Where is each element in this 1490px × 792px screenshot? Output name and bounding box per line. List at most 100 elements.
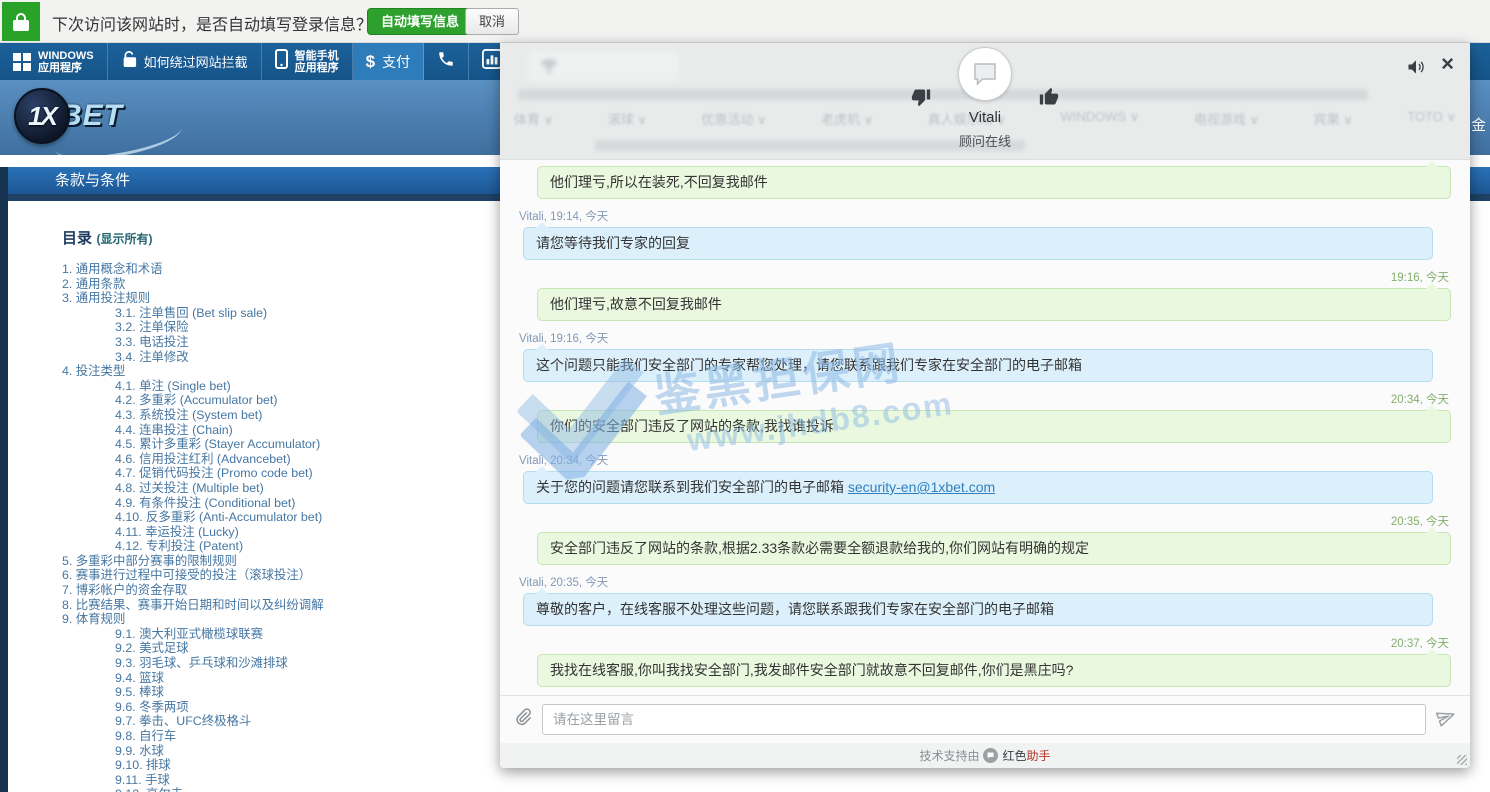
attachment-icon[interactable]: [514, 707, 532, 732]
toc-link[interactable]: 4.10. 反多重彩 (Anti-Accumulator bet): [115, 510, 322, 524]
chat-input-row: [500, 695, 1470, 743]
dimmed-trophy-box: [528, 51, 678, 81]
toc-link[interactable]: 4.2. 多重彩 (Accumulator bet): [115, 393, 278, 407]
nav-label: WINDOWS: [38, 50, 94, 62]
nav-label: 应用程序: [295, 62, 339, 74]
nav-phone[interactable]: [424, 43, 469, 80]
toc-link[interactable]: 6. 赛事进行过程中可接受的投注（滚球投注）: [62, 568, 311, 582]
resize-handle[interactable]: [1457, 755, 1467, 765]
toc-item: 9.9. 水球: [62, 744, 324, 759]
toc-item: 9.8. 自行车: [62, 729, 324, 744]
operator-status: 顾问在线: [500, 131, 1470, 150]
nav-mobile-apps[interactable]: 智能手机应用程序: [262, 43, 353, 80]
toc-link[interactable]: 7. 博彩帐户的资金存取: [62, 583, 187, 597]
toc-link[interactable]: 9.11. 手球: [115, 773, 170, 787]
toc-show-all-link[interactable]: (显示所有): [96, 232, 152, 246]
toc-link[interactable]: 3.1. 注单售回 (Bet slip sale): [115, 306, 267, 320]
toc-item: 9.2. 美式足球: [62, 641, 324, 656]
toc-link[interactable]: 9. 体育规则: [62, 612, 125, 626]
chat-header: 体育 ∨滚球 ∨优惠活动 ∨老虎机 ∨真人娱乐场 ∨WINDOWS ∨电视游戏 …: [500, 43, 1470, 160]
user-message-timestamp: 19:16, 今天: [518, 269, 1449, 285]
send-icon[interactable]: [1436, 707, 1456, 732]
toc-link[interactable]: 4.1. 单注 (Single bet): [115, 379, 231, 393]
agent-message-bubble: 这个问题只能我们安全部门的专家帮您处理，请您联系跟我们专家在安全部门的电子邮箱: [523, 349, 1433, 382]
lock-icon: [2, 2, 40, 41]
nav-payments[interactable]: $ 支付: [353, 43, 424, 80]
smartphone-icon: [275, 49, 288, 74]
toc-link[interactable]: 9.9. 水球: [115, 744, 164, 758]
browser-infobar: 下次访问该网站时，是否自动填写登录信息？ 自动填写信息 取消: [0, 0, 1490, 43]
thumbs-up-icon[interactable]: [1039, 87, 1059, 107]
toc-item: 9. 体育规则: [62, 612, 324, 627]
toc-link[interactable]: 3.3. 电话投注: [115, 335, 189, 349]
toc-link[interactable]: 5. 多重彩中部分赛事的限制规则: [62, 554, 237, 568]
nav-bypass-block[interactable]: 如何绕过网站拦截: [108, 43, 262, 80]
user-message-timestamp: 20:35, 今天: [518, 513, 1449, 529]
dollar-icon: $: [366, 52, 375, 72]
redhelper-link[interactable]: 红色助手: [1002, 747, 1050, 764]
toc-link[interactable]: 9.12. 高尔夫: [115, 787, 183, 792]
toc-link[interactable]: 4.7. 促销代码投注 (Promo code bet): [115, 466, 313, 480]
autofill-button[interactable]: 自动填写信息: [367, 8, 473, 35]
toc-link[interactable]: 4. 投注类型: [62, 364, 125, 378]
toc-link[interactable]: 4.6. 信用投注红利 (Advancebet): [115, 452, 291, 466]
user-message-bubble: 我找在线客服,你叫我找安全部门,我发邮件安全部门就故意不回复邮件,你们是黑庄吗?: [537, 654, 1451, 687]
toc-title: 目录: [62, 230, 92, 247]
nav-label: 应用程序: [38, 62, 94, 74]
user-message-bubble: 他们理亏,所以在装死,不回复我邮件: [537, 166, 1451, 199]
toc-link[interactable]: 4.3. 系统投注 (System bet): [115, 408, 262, 422]
toc-link[interactable]: 3.2. 注单保险: [115, 320, 189, 334]
toc-list: 1. 通用概念和术语2. 通用条款3. 通用投注规则3.1. 注单售回 (Bet…: [62, 262, 324, 792]
toc-item: 4.4. 连串投注 (Chain): [62, 423, 324, 438]
cancel-button[interactable]: 取消: [465, 8, 519, 35]
thumbs-down-icon[interactable]: [911, 87, 931, 107]
toc-item: 5. 多重彩中部分赛事的限制规则: [62, 554, 324, 569]
sound-icon[interactable]: [1406, 57, 1426, 77]
toc-item: 4.8. 过关投注 (Multiple bet): [62, 481, 324, 496]
user-message-bubble: 安全部门违反了网站的条款,根据2.33条款必需要全额退款给我的,你们网站有明确的…: [537, 532, 1451, 565]
toc-link[interactable]: 9.2. 美式足球: [115, 641, 189, 655]
toc-link[interactable]: 2. 通用条款: [62, 277, 125, 291]
toc-link[interactable]: 9.6. 冬季两项: [115, 700, 189, 714]
toc-link[interactable]: 9.5. 棒球: [115, 685, 164, 699]
nav-windows-apps[interactable]: WINDOWS应用程序: [0, 43, 108, 80]
toc-link[interactable]: 3. 通用投注规则: [62, 291, 150, 305]
toc-link[interactable]: 4.9. 有条件投注 (Conditional bet): [115, 496, 295, 510]
email-link[interactable]: security-en@1xbet.com: [848, 479, 995, 495]
toc-item: 3.4. 注单修改: [62, 350, 324, 365]
agent-message-label: Vitali, 19:16, 今天: [519, 330, 1452, 346]
toc-link[interactable]: 9.4. 篮球: [115, 671, 164, 685]
message-input[interactable]: [542, 704, 1426, 735]
toc-link[interactable]: 9.8. 自行车: [115, 729, 176, 743]
toc-item: 9.7. 拳击、UFC终极格斗: [62, 714, 324, 729]
operator-avatar: [958, 47, 1012, 101]
agent-message-bubble: 关于您的问题请您联系到我们安全部门的电子邮箱 security-en@1xbet…: [523, 471, 1433, 504]
toc-link[interactable]: 4.4. 连串投注 (Chain): [115, 423, 233, 437]
toc-link[interactable]: 9.10. 排球: [115, 758, 171, 772]
close-icon[interactable]: ×: [1441, 51, 1454, 77]
toc-item: 9.10. 排球: [62, 758, 324, 773]
toc-link[interactable]: 9.3. 羽毛球、乒乓球和沙滩排球: [115, 656, 288, 670]
toc-link[interactable]: 9.7. 拳击、UFC终极格斗: [115, 714, 251, 728]
toc-link[interactable]: 4.5. 累计多重彩 (Stayer Accumulator): [115, 437, 320, 451]
toc-link[interactable]: 4.12. 专利投注 (Patent): [115, 539, 243, 553]
toc-item: 3.3. 电话投注: [62, 335, 324, 350]
toc-item: 4.6. 信用投注红利 (Advancebet): [62, 452, 324, 467]
operator-name: Vitali: [500, 109, 1470, 126]
phone-icon: [437, 50, 455, 73]
toc-item: 9.12. 高尔夫: [62, 787, 324, 792]
support-prefix: 技术支持由: [919, 747, 979, 764]
toc-link[interactable]: 4.11. 幸运投注 (Lucky): [115, 525, 239, 539]
toc-item: 9.6. 冬季两项: [62, 700, 324, 715]
toc-link[interactable]: 4.8. 过关投注 (Multiple bet): [115, 481, 264, 495]
toc-link[interactable]: 9.1. 澳大利亚式橄榄球联赛: [115, 627, 263, 641]
toc-link[interactable]: 8. 比赛结果、赛事开始日期和时间以及纠纷调解: [62, 598, 324, 612]
toc-item: 2. 通用条款: [62, 277, 324, 292]
toc-link[interactable]: 3.4. 注单修改: [115, 350, 189, 364]
toc-item: 7. 博彩帐户的资金存取: [62, 583, 324, 598]
1xbet-logo[interactable]: 1X BET: [14, 88, 123, 144]
table-of-contents: 目录 (显示所有) 1. 通用概念和术语2. 通用条款3. 通用投注规则3.1.…: [62, 227, 324, 792]
redhelper-icon: [983, 748, 998, 763]
toc-link[interactable]: 1. 通用概念和术语: [62, 262, 163, 276]
padlock-icon: [121, 50, 137, 73]
